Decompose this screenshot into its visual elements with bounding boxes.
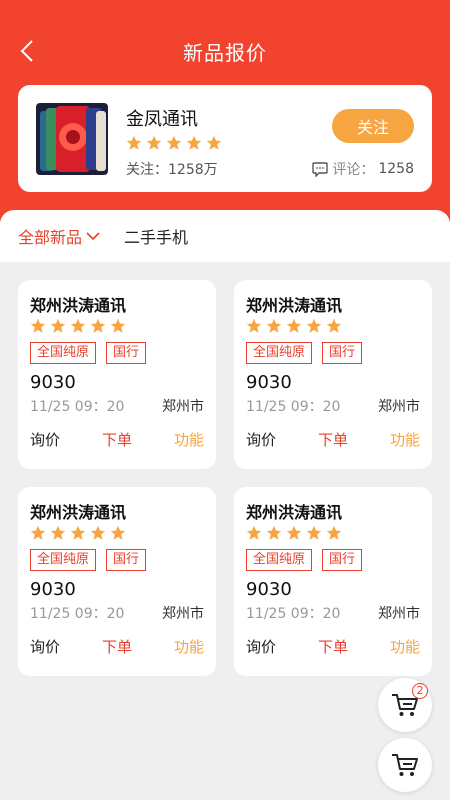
comment-icon bbox=[312, 161, 329, 177]
star-icon bbox=[246, 318, 262, 333]
shop-name: 金凤通讯 bbox=[126, 109, 198, 130]
listing-city: 郑州市 bbox=[378, 606, 420, 622]
order-button[interactable]: 下单 bbox=[102, 429, 132, 450]
listing-rating bbox=[246, 525, 420, 541]
star-icon bbox=[326, 525, 342, 540]
listing-time: 11/25 09：20 bbox=[30, 606, 125, 622]
listing-rating bbox=[246, 318, 420, 334]
listing-city: 郑州市 bbox=[378, 399, 420, 415]
tag-region: 国行 bbox=[322, 342, 363, 364]
star-icon bbox=[286, 318, 302, 333]
star-icon bbox=[166, 135, 182, 150]
tag-origin: 全国纯原 bbox=[246, 549, 313, 571]
star-icon bbox=[306, 525, 322, 540]
shop-rating bbox=[126, 135, 222, 151]
comment-count[interactable]: 评论： 1258 bbox=[312, 159, 414, 179]
function-button[interactable]: 功能 bbox=[390, 429, 420, 450]
order-button[interactable]: 下单 bbox=[318, 429, 348, 450]
listing-city: 郑州市 bbox=[162, 606, 204, 622]
star-icon bbox=[126, 135, 142, 150]
order-button[interactable]: 下单 bbox=[102, 636, 132, 657]
tag-origin: 全国纯原 bbox=[246, 342, 313, 364]
nav-bar: 新品报价 bbox=[0, 28, 450, 74]
back-button[interactable] bbox=[12, 36, 42, 66]
function-button[interactable]: 功能 bbox=[174, 429, 204, 450]
inquire-button[interactable]: 询价 bbox=[30, 429, 60, 450]
listing-city: 郑州市 bbox=[162, 399, 204, 415]
tab-used-phones-label: 二手手机 bbox=[124, 228, 189, 247]
inquire-button[interactable]: 询价 bbox=[246, 429, 276, 450]
star-icon bbox=[50, 525, 66, 540]
tag-region: 国行 bbox=[322, 549, 363, 571]
listing-shop-name: 郑州洪涛通讯 bbox=[246, 503, 343, 522]
listing-price: 9030 bbox=[30, 372, 76, 393]
listing-card[interactable]: 郑州洪涛通讯 全国纯原 国行 9030 11/25 09：20 郑州市 询价 下… bbox=[18, 487, 216, 676]
tab-used-phones[interactable]: 二手手机 bbox=[124, 224, 188, 248]
star-icon bbox=[50, 318, 66, 333]
star-icon bbox=[30, 525, 46, 540]
listing-shop-name: 郑州洪涛通讯 bbox=[30, 503, 127, 522]
follower-count: 关注：1258万 bbox=[126, 159, 218, 179]
star-icon bbox=[146, 135, 162, 150]
star-icon bbox=[70, 318, 86, 333]
star-icon bbox=[110, 318, 126, 333]
cart-icon bbox=[392, 754, 418, 776]
back-arrow-icon bbox=[20, 40, 33, 62]
star-icon bbox=[30, 318, 46, 333]
star-icon bbox=[186, 135, 202, 150]
listing-rating bbox=[30, 525, 204, 541]
star-icon bbox=[90, 525, 106, 540]
star-icon bbox=[306, 318, 322, 333]
star-icon bbox=[266, 318, 282, 333]
listing-card[interactable]: 郑州洪涛通讯 全国纯原 国行 9030 11/25 09：20 郑州市 询价 下… bbox=[234, 487, 432, 676]
listing-time: 11/25 09：20 bbox=[246, 399, 341, 415]
tag-origin: 全国纯原 bbox=[30, 342, 97, 364]
function-button[interactable]: 功能 bbox=[174, 636, 204, 657]
phone-thumbnail bbox=[36, 103, 108, 175]
listing-time: 11/25 09：20 bbox=[246, 606, 341, 622]
comments-value: 1258 bbox=[378, 161, 414, 177]
inquire-button[interactable]: 询价 bbox=[30, 636, 60, 657]
star-icon bbox=[286, 525, 302, 540]
followers-value: 1258万 bbox=[168, 162, 218, 178]
shopping-cart-button[interactable] bbox=[378, 738, 432, 792]
star-icon bbox=[70, 525, 86, 540]
listing-shop-name: 郑州洪涛通讯 bbox=[246, 296, 343, 315]
cart-button[interactable]: 2 bbox=[378, 678, 432, 732]
listing-rating bbox=[30, 318, 204, 334]
tag-origin: 全国纯原 bbox=[30, 549, 97, 571]
followers-label: 关注： bbox=[126, 162, 168, 178]
listing-shop-name: 郑州洪涛通讯 bbox=[30, 296, 127, 315]
follow-button[interactable]: 关注 bbox=[332, 109, 414, 143]
star-icon bbox=[110, 525, 126, 540]
tab-all-new-label: 全部新品 bbox=[18, 228, 83, 247]
shop-card[interactable]: 金凤通讯 关注：1258万 关注 评论： 1258 bbox=[18, 85, 432, 192]
tag-region: 国行 bbox=[106, 549, 147, 571]
listing-price: 9030 bbox=[246, 372, 292, 393]
listing-price: 9030 bbox=[30, 579, 76, 600]
function-button[interactable]: 功能 bbox=[390, 636, 420, 657]
tab-bar: 全部新品 二手手机 bbox=[0, 210, 450, 262]
listing-time: 11/25 09：20 bbox=[30, 399, 125, 415]
star-icon bbox=[206, 135, 222, 150]
tab-all-new[interactable]: 全部新品 bbox=[18, 224, 100, 248]
star-icon bbox=[326, 318, 342, 333]
star-icon bbox=[246, 525, 262, 540]
listing-price: 9030 bbox=[246, 579, 292, 600]
star-icon bbox=[90, 318, 106, 333]
star-icon bbox=[266, 525, 282, 540]
page-title: 新品报价 bbox=[183, 40, 267, 65]
tag-region: 国行 bbox=[106, 342, 147, 364]
chevron-down-icon bbox=[86, 232, 100, 241]
inquire-button[interactable]: 询价 bbox=[246, 636, 276, 657]
listing-card[interactable]: 郑州洪涛通讯 全国纯原 国行 9030 11/25 09：20 郑州市 询价 下… bbox=[18, 280, 216, 469]
cart-badge: 2 bbox=[412, 683, 428, 699]
comments-label: 评论： bbox=[332, 162, 375, 178]
order-button[interactable]: 下单 bbox=[318, 636, 348, 657]
listing-card[interactable]: 郑州洪涛通讯 全国纯原 国行 9030 11/25 09：20 郑州市 询价 下… bbox=[234, 280, 432, 469]
